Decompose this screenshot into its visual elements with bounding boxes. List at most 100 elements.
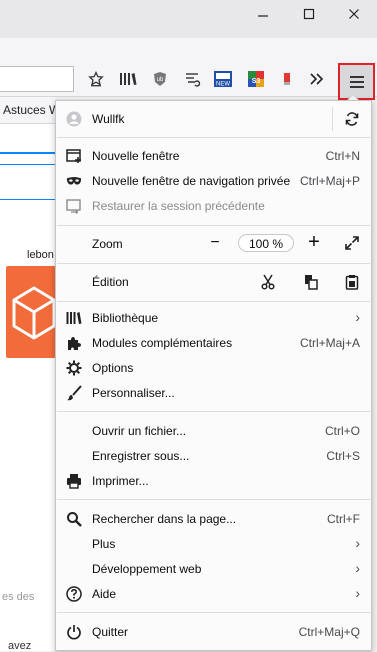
options-item[interactable]: Options xyxy=(57,356,370,380)
fullscreen-icon xyxy=(345,236,359,250)
save-as-label: Enregistrer sous... xyxy=(92,449,190,463)
new-window-shortcut: Ctrl+N xyxy=(325,149,360,163)
fullscreen-button[interactable] xyxy=(342,233,362,253)
divider xyxy=(57,301,370,302)
ublock-icon[interactable]: ub xyxy=(149,68,171,90)
find-item[interactable]: Rechercher dans la page... Ctrl+F xyxy=(57,507,370,531)
scissors-icon xyxy=(261,274,275,290)
site-tile-label: lebon xyxy=(27,249,54,261)
avatar xyxy=(66,111,82,127)
web-dev-item[interactable]: Développement web › xyxy=(57,557,370,581)
red-extension-icon[interactable] xyxy=(276,68,298,90)
web-dev-label: Développement web xyxy=(92,562,202,576)
customize-item[interactable]: Personnaliser... xyxy=(57,381,370,405)
bookmark-item[interactable]: Astuces W xyxy=(3,103,60,117)
chevron-right-icon: › xyxy=(355,309,360,325)
s3-extension-icon[interactable]: S3 xyxy=(245,68,267,90)
open-file-shortcut: Ctrl+O xyxy=(324,424,360,438)
zoom-label: Zoom xyxy=(92,237,123,251)
account-item[interactable]: Wullfk xyxy=(57,107,370,131)
copy-icon xyxy=(305,275,318,290)
save-as-shortcut: Ctrl+S xyxy=(326,449,360,463)
maximize-button[interactable] xyxy=(286,0,332,30)
divider xyxy=(57,137,370,138)
more-label: Plus xyxy=(92,537,116,551)
print-item[interactable]: Imprimer... xyxy=(57,469,370,493)
edit-row: Édition xyxy=(57,270,370,294)
private-mask-icon xyxy=(66,173,82,189)
divider xyxy=(57,411,370,412)
customize-label: Personnaliser... xyxy=(92,386,175,400)
open-file-label: Ouvrir un fichier... xyxy=(92,424,187,438)
zoom-reset-button[interactable]: 100 % xyxy=(238,234,294,252)
chevron-right-icon: › xyxy=(355,535,360,551)
bookmark-star-icon[interactable] xyxy=(85,68,107,90)
svg-text:NEW: NEW xyxy=(216,82,230,88)
power-icon xyxy=(66,624,82,640)
save-as-item[interactable]: Enregistrer sous... Ctrl+S xyxy=(57,444,370,468)
more-item[interactable]: Plus › xyxy=(57,532,370,556)
copy-button[interactable] xyxy=(301,272,321,292)
addons-label: Modules complémentaires xyxy=(92,336,233,350)
quit-label: Quitter xyxy=(92,625,129,639)
quit-item[interactable]: Quitter Ctrl+Maj+Q xyxy=(57,620,370,644)
paste-button[interactable] xyxy=(342,272,362,292)
zoom-out-button[interactable]: − xyxy=(205,233,225,253)
help-item[interactable]: Aide › xyxy=(57,582,370,606)
library-icon[interactable] xyxy=(117,68,139,90)
zoom-in-button[interactable]: + xyxy=(304,231,324,253)
close-window-button[interactable] xyxy=(331,0,377,30)
page-divider xyxy=(0,152,56,154)
divider xyxy=(57,612,370,613)
printer-icon xyxy=(66,473,82,489)
page-text: es des xyxy=(2,591,35,603)
maximize-icon xyxy=(286,7,332,23)
print-label: Imprimer... xyxy=(92,474,149,488)
url-bar[interactable] xyxy=(0,66,74,92)
page-search-box[interactable] xyxy=(0,164,56,200)
title-bar xyxy=(0,0,377,38)
find-shortcut: Ctrl+F xyxy=(327,512,360,526)
library-label: Bibliothèque xyxy=(92,311,159,325)
new-window-icon xyxy=(66,148,82,164)
search-icon xyxy=(66,511,82,527)
divider xyxy=(57,225,370,226)
account-name: Wullfk xyxy=(92,112,125,126)
addons-shortcut: Ctrl+Maj+A xyxy=(299,336,360,350)
paste-icon xyxy=(345,275,359,290)
private-window-shortcut: Ctrl+Maj+P xyxy=(299,174,360,188)
hamburger-menu-icon xyxy=(349,75,364,88)
page-text: avez xyxy=(8,640,32,652)
library-icon xyxy=(66,310,82,326)
divider xyxy=(332,107,333,131)
site-tile[interactable] xyxy=(6,266,56,358)
private-window-item[interactable]: Nouvelle fenêtre de navigation privée Ct… xyxy=(57,169,370,193)
sync-button[interactable] xyxy=(342,109,362,129)
addons-item[interactable]: Modules complémentaires Ctrl+Maj+A xyxy=(57,331,370,355)
new-extension-icon[interactable]: NEW xyxy=(212,68,234,90)
help-label: Aide xyxy=(92,587,117,601)
quit-shortcut: Ctrl+Maj+Q xyxy=(298,625,360,639)
paintbrush-icon xyxy=(66,385,82,401)
svg-text:S3: S3 xyxy=(252,78,261,85)
minimize-button[interactable] xyxy=(240,0,286,30)
new-window-item[interactable]: Nouvelle fenêtre Ctrl+N xyxy=(57,144,370,168)
overflow-icon[interactable] xyxy=(306,68,328,90)
history-icon[interactable] xyxy=(181,68,203,90)
restore-session-label: Restaurer la session précédente xyxy=(92,199,265,213)
cut-button[interactable] xyxy=(258,272,278,292)
private-window-label: Nouvelle fenêtre de navigation privée xyxy=(92,174,291,188)
library-item[interactable]: Bibliothèque › xyxy=(57,306,370,330)
app-menu-panel: Wullfk Nouvelle fenêtre Ctrl+N Nouvelle … xyxy=(55,100,372,651)
restore-session-icon xyxy=(66,198,82,214)
divider xyxy=(57,499,370,500)
divider xyxy=(57,263,370,264)
restore-session-item[interactable]: Restaurer la session précédente xyxy=(57,194,370,218)
chevron-right-icon: › xyxy=(355,585,360,601)
new-window-label: Nouvelle fenêtre xyxy=(92,149,180,163)
open-file-item[interactable]: Ouvrir un fichier... Ctrl+O xyxy=(57,419,370,443)
edit-label: Édition xyxy=(92,275,129,289)
close-icon xyxy=(331,7,377,23)
minimize-icon xyxy=(240,7,286,23)
options-label: Options xyxy=(92,361,134,375)
